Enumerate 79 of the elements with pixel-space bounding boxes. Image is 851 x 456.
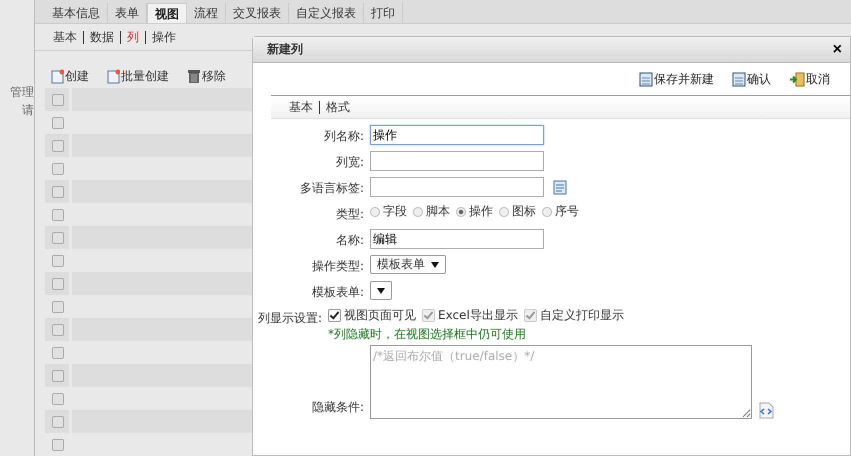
- field-label: 隐藏条件:: [310, 399, 364, 416]
- radio-button[interactable]: [499, 206, 509, 216]
- text-field[interactable]: 编辑: [370, 229, 544, 249]
- row-checkbox[interactable]: [52, 324, 64, 336]
- radio-label: 脚本: [426, 203, 450, 220]
- text-field[interactable]: [370, 177, 544, 197]
- field-label: 名称:: [334, 232, 364, 249]
- checkbox-label: 自定义打印显示: [540, 307, 624, 324]
- dialog-title: 新建列: [267, 41, 303, 58]
- row-checkbox[interactable]: [52, 254, 64, 266]
- caret-icon: [377, 288, 385, 294]
- close-button[interactable]: ×: [832, 42, 842, 58]
- tab[interactable]: 流程: [187, 3, 226, 23]
- dialog-tab[interactable]: 基本: [289, 98, 313, 116]
- code-textarea[interactable]: /*返回布尔值（true/false）*/: [370, 345, 752, 419]
- checkbox[interactable]: [328, 309, 341, 322]
- radio-button[interactable]: [542, 206, 552, 216]
- radio-label: 图标: [512, 203, 536, 220]
- row-checkbox[interactable]: [52, 392, 64, 404]
- new-document-icon: [51, 69, 64, 84]
- subtab[interactable]: 操作: [145, 30, 176, 44]
- checkbox-label: Excel导出显示: [438, 307, 518, 324]
- save-icon: [639, 72, 653, 86]
- subtab[interactable]: 基本: [53, 28, 77, 46]
- row-checkbox[interactable]: [52, 162, 64, 174]
- checkbox-label: 视图页面可见: [344, 307, 416, 324]
- field-label: 列显示设置:: [256, 310, 322, 327]
- field-label: 模板表单:: [310, 284, 364, 301]
- radio-button[interactable]: [413, 206, 423, 216]
- radio-button[interactable]: [370, 206, 380, 216]
- exit-door-icon: [789, 72, 805, 86]
- toolbar-button[interactable]: 移除: [187, 65, 226, 88]
- notepad-icon[interactable]: [552, 178, 568, 196]
- row-checkbox[interactable]: [52, 116, 64, 128]
- row-checkbox[interactable]: [52, 346, 64, 358]
- sidebar-item[interactable]: 管理: [10, 83, 34, 101]
- row-checkbox[interactable]: [52, 140, 64, 152]
- tab[interactable]: 视图: [147, 3, 187, 23]
- toolbar-button[interactable]: 创建: [51, 65, 89, 88]
- trash-icon: [187, 69, 201, 84]
- radio-label: 序号: [555, 203, 579, 220]
- dialog-tab[interactable]: 格式: [319, 100, 350, 114]
- row-checkbox[interactable]: [52, 278, 64, 290]
- row-checkbox[interactable]: [52, 94, 64, 106]
- code-file-icon[interactable]: [758, 402, 774, 419]
- row-checkbox[interactable]: [52, 300, 64, 312]
- action-button[interactable]: 保存并新建: [639, 69, 714, 89]
- subtab[interactable]: 数据: [83, 30, 114, 44]
- field-label: 列名称:: [322, 128, 364, 145]
- field-label: 类型:: [334, 206, 364, 223]
- caret-icon: [431, 262, 439, 268]
- new-document-icon: [107, 69, 120, 84]
- sidebar-item[interactable]: 请: [22, 101, 34, 119]
- row-checkbox[interactable]: [52, 416, 64, 428]
- row-checkbox[interactable]: [52, 438, 64, 450]
- save-icon: [732, 72, 746, 86]
- tab[interactable]: 自定义报表: [289, 3, 364, 23]
- tab[interactable]: 基本信息: [45, 3, 108, 23]
- action-button[interactable]: 取消: [789, 69, 830, 89]
- row-checkbox[interactable]: [52, 186, 64, 198]
- dropdown[interactable]: [370, 281, 392, 300]
- text-field[interactable]: 操作: [370, 125, 544, 145]
- radio-button[interactable]: [456, 206, 466, 216]
- field-label: 列宽:: [334, 154, 364, 171]
- toolbar-button[interactable]: 批量创建: [107, 65, 169, 88]
- row-checkbox[interactable]: [52, 208, 64, 220]
- radio-label: 操作: [469, 203, 493, 220]
- text-field[interactable]: [370, 151, 544, 171]
- row-checkbox[interactable]: [52, 232, 64, 244]
- hint-text: *列隐藏时，在视图选择框中仍可使用: [328, 326, 527, 343]
- action-button[interactable]: 确认: [732, 69, 771, 89]
- row-checkbox[interactable]: [52, 370, 64, 382]
- field-label: 操作类型:: [310, 258, 364, 275]
- tab[interactable]: 打印: [364, 3, 403, 23]
- tab[interactable]: 交叉报表: [226, 3, 289, 23]
- dropdown[interactable]: 模板表单: [370, 255, 446, 274]
- subtab[interactable]: 列: [120, 30, 139, 44]
- radio-label: 字段: [383, 203, 407, 220]
- field-label: 多语言标签:: [298, 180, 364, 197]
